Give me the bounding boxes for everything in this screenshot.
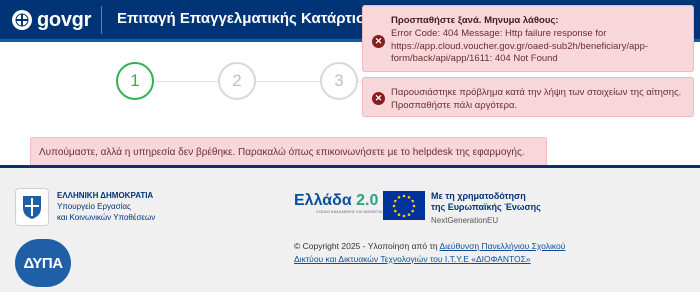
step-connector xyxy=(156,81,218,82)
greek-emblem-icon xyxy=(12,10,32,30)
ministry-line-1: ΕΛΛΗΝΙΚΗ ΔΗΜΟΚΡΑΤΙΑ xyxy=(57,191,154,200)
error-x-icon: ✕ xyxy=(372,35,385,48)
page-footer: ΕΛΛΗΝΙΚΗ ΔΗΜΟΚΡΑΤΙΑ Υπουργείο Εργασίας κ… xyxy=(0,165,700,292)
greece-2-0-word: Ελλάδα xyxy=(294,192,352,209)
error-toast[interactable]: ✕ Προσπαθήστε ξανά. Μηνυμα λάθους: Error… xyxy=(362,5,694,72)
step-2[interactable]: 2 xyxy=(218,62,256,100)
step-connector xyxy=(256,81,322,82)
step-number: 2 xyxy=(232,71,242,90)
toast-message: Error Code: 404 Message: Http failure re… xyxy=(391,28,649,64)
eu-funding-text: Με τη χρηματοδότηση της Ευρωπαϊκής Ένωση… xyxy=(431,191,541,226)
toast-message: Παρουσιάστηκε πρόβλημα κατά την λήψη των… xyxy=(391,87,682,111)
toast-body: Προσπαθήστε ξανά. Μηνυμα λάθους: Error C… xyxy=(391,14,685,66)
ministry-logo[interactable]: ΕΛΛΗΝΙΚΗ ΔΗΜΟΚΡΑΤΙΑ Υπουργείο Εργασίας κ… xyxy=(15,188,155,226)
toast-title: Προσπαθήστε ξανά. Μηνυμα λάθους: xyxy=(391,15,559,26)
copyright-notice: © Copyright 2025 - Υλοποίηση από τη Διεύ… xyxy=(294,240,584,266)
error-x-icon: ✕ xyxy=(372,92,385,105)
ministry-line-3: και Κοινωνικών Υποθέσεων xyxy=(57,213,156,222)
greece-2-0-version: 2.0 xyxy=(356,192,379,209)
step-3[interactable]: 3 xyxy=(320,62,358,100)
step-number: 3 xyxy=(334,71,344,90)
page-title: Επιταγή Επαγγελματικής Κατάρτιση xyxy=(117,10,376,27)
copyright-text: © Copyright 2025 - Υλοποίηση από τη xyxy=(294,241,440,251)
govgr-logo-text: govgr xyxy=(37,9,92,31)
ministry-line-2: Υπουργείο Εργασίας xyxy=(57,202,131,211)
ministry-name: ΕΛΛΗΝΙΚΗ ΔΗΜΟΚΡΑΤΙΑ Υπουργείο Εργασίας κ… xyxy=(57,190,155,226)
eu-flag-icon xyxy=(383,191,425,220)
hellenic-republic-emblem-icon xyxy=(15,188,49,226)
error-toast[interactable]: ✕ Παρουσιάστηκε πρόβλημα κατά την λήψη τ… xyxy=(362,77,694,117)
eu-funding-logo[interactable]: Με τη χρηματοδότηση της Ευρωπαϊκής Ένωση… xyxy=(383,191,541,226)
step-1[interactable]: 1 xyxy=(116,62,154,100)
service-not-found-alert: Λυπούμαστε, αλλά η υπηρεσία δεν βρέθηκε.… xyxy=(30,137,547,167)
eu-line-3: NextGenerationEU xyxy=(431,216,499,225)
step-number: 1 xyxy=(130,71,140,90)
dypa-logo-text: ΔΥΠΑ xyxy=(23,254,63,272)
alert-text: Λυπούμαστε, αλλά η υπηρεσία δεν βρέθηκε.… xyxy=(39,147,525,158)
govgr-logo[interactable]: govgr xyxy=(12,8,91,32)
eu-line-2: της Ευρωπαϊκής Ένωσης xyxy=(431,202,541,212)
header-divider xyxy=(101,6,102,34)
toast-body: Παρουσιάστηκε πρόβλημα κατά την λήψη των… xyxy=(391,87,685,112)
eu-line-1: Με τη χρηματοδότηση xyxy=(431,191,526,201)
dypa-logo[interactable]: ΔΥΠΑ xyxy=(15,239,71,287)
